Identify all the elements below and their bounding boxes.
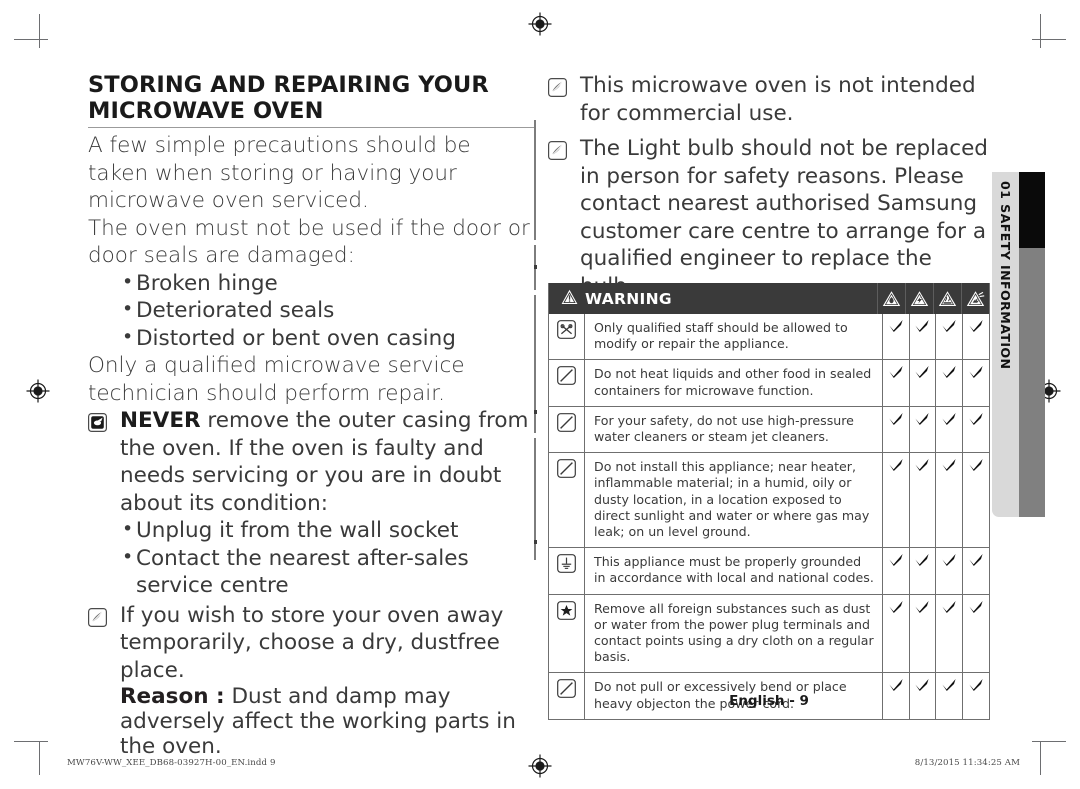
table-cell-check-3 xyxy=(936,406,963,453)
table-row: Do not install this appliance; near heat… xyxy=(549,452,990,548)
table-cell-check-1 xyxy=(883,360,910,406)
no-disassembly-icon xyxy=(549,314,585,360)
left-text-column: STORING AND REPAIRING YOUR MICROWAVE OVE… xyxy=(88,72,536,759)
warning-header-text: WARNING xyxy=(585,289,672,308)
table-cell-check-2 xyxy=(910,360,936,406)
commercial-use-note: This microwave oven is not intended for … xyxy=(548,72,992,127)
imprint-timestamp: 8/13/2015 11:34:25 AM xyxy=(914,758,1020,768)
warning-table-body: Only qualified staff should be allowed t… xyxy=(549,314,989,719)
page-title: STORING AND REPAIRING YOUR MICROWAVE OVE… xyxy=(88,72,536,128)
warning-hazard-icon-group xyxy=(877,283,989,314)
list-item: Contact the nearest after-sales service … xyxy=(122,544,536,600)
table-cell-description: Only qualified staff should be allowed t… xyxy=(585,314,883,360)
warning-table: WARNING Only qualified staff should be a… xyxy=(548,283,990,720)
list-item: Broken hinge xyxy=(122,269,536,298)
storage-note-text: If you wish to store your oven away temp… xyxy=(120,602,504,683)
action-list: Unplug it from the wall socket Contact t… xyxy=(88,516,536,600)
section-tab-label: 01 SAFETY INFORMATION xyxy=(998,181,1013,370)
hazard-fire-icon xyxy=(877,283,905,314)
table-cell-description: Remove all foreign substances such as du… xyxy=(585,594,883,673)
table-cell-check-3 xyxy=(936,360,963,406)
table-cell-check-1 xyxy=(883,548,910,594)
table-cell-check-4 xyxy=(963,595,990,673)
table-cell-check-1 xyxy=(883,314,910,360)
table-cell-check-4 xyxy=(963,314,990,359)
section-tab-bar xyxy=(1018,172,1045,517)
table-cell-description: For your safety, do not use high-pressur… xyxy=(585,406,883,453)
table-cell-description: This appliance must be properly grounded… xyxy=(585,548,883,594)
never-keyword: NEVER xyxy=(120,408,201,433)
note-pencil-icon xyxy=(548,140,567,160)
table-row: Only qualified staff should be allowed t… xyxy=(549,314,990,360)
note-pencil-icon xyxy=(548,77,567,97)
mandatory-star-icon xyxy=(549,594,585,673)
table-cell-check-4 xyxy=(963,407,990,452)
list-item: Distorted or bent oven casing xyxy=(122,324,536,353)
note-pencil-icon xyxy=(88,607,107,627)
commercial-use-note-text: This microwave oven is not intended for … xyxy=(580,73,976,126)
table-cell-check-1 xyxy=(883,406,910,453)
table-cell-check-2 xyxy=(910,594,936,673)
prohibited-icon xyxy=(549,360,585,406)
table-row: For your safety, do not use high-pressur… xyxy=(549,405,990,453)
table-cell-check-4 xyxy=(963,360,990,405)
table-cell-check-2 xyxy=(910,548,936,594)
hazard-electric-shock-icon xyxy=(905,283,933,314)
intro-paragraph-1: A few simple precautions should be taken… xyxy=(88,133,471,213)
light-bulb-note: The Light bulb should not be replaced in… xyxy=(548,135,992,300)
warning-table-header: WARNING xyxy=(549,283,989,314)
light-bulb-note-text: The Light bulb should not be replaced in… xyxy=(580,136,988,299)
caution-note-icon xyxy=(88,412,107,432)
list-item: Deteriorated seals xyxy=(122,296,536,325)
damage-list: Broken hinge Deteriorated seals Distorte… xyxy=(88,269,536,353)
table-cell-check-3 xyxy=(936,548,963,594)
warning-header-label-group: WARNING xyxy=(549,289,877,309)
right-text-column: This microwave oven is not intended for … xyxy=(548,72,992,300)
never-remove-casing-note: NEVER remove the outer casing from the o… xyxy=(88,407,536,517)
table-cell-check-3 xyxy=(936,594,963,673)
table-cell-check-1 xyxy=(883,594,910,673)
prohibited-icon xyxy=(549,406,585,453)
table-cell-description: Do not install this appliance; near heat… xyxy=(585,453,883,548)
table-cell-description: Do not heat liquids and other food in se… xyxy=(585,360,883,406)
storage-note: If you wish to store your oven away temp… xyxy=(88,602,536,685)
table-cell-check-2 xyxy=(910,314,936,360)
column-divider xyxy=(533,120,537,560)
table-cell-check-3 xyxy=(936,314,963,360)
section-tab-bar-black-segment xyxy=(1018,172,1045,248)
hazard-hot-surface-icon xyxy=(933,283,961,314)
intro-paragraph-2: The oven must not be used if the door or… xyxy=(88,215,530,269)
table-row: This appliance must be properly grounded… xyxy=(549,547,990,594)
section-tab: 01 SAFETY INFORMATION xyxy=(992,172,1019,517)
table-row: Do not heat liquids and other food in se… xyxy=(549,359,990,406)
table-cell-check-1 xyxy=(883,453,910,548)
table-cell-check-3 xyxy=(936,453,963,548)
table-row: Remove all foreign substances such as du… xyxy=(549,593,990,673)
prohibited-icon xyxy=(549,453,585,548)
imprint-filename: MW76V-WW_XEE_DB68-03927H-00_EN.indd 9 xyxy=(67,758,276,768)
reason-label: Reason : xyxy=(120,684,225,709)
table-cell-check-4 xyxy=(963,453,990,547)
table-cell-check-2 xyxy=(910,453,936,548)
grounding-icon xyxy=(549,548,585,594)
table-cell-check-4 xyxy=(963,548,990,593)
list-item: Unplug it from the wall socket xyxy=(122,516,536,545)
warning-triangle-icon xyxy=(561,289,578,309)
reason-block: Reason : Dust and damp may adversely aff… xyxy=(88,684,536,759)
manual-page: STORING AND REPAIRING YOUR MICROWAVE OVE… xyxy=(0,0,1080,789)
page-number: English - 9 xyxy=(729,693,809,709)
table-cell-check-2 xyxy=(910,406,936,453)
repair-note-paragraph: Only a qualified microwave service techn… xyxy=(88,353,465,406)
hazard-explosion-icon xyxy=(961,283,989,314)
